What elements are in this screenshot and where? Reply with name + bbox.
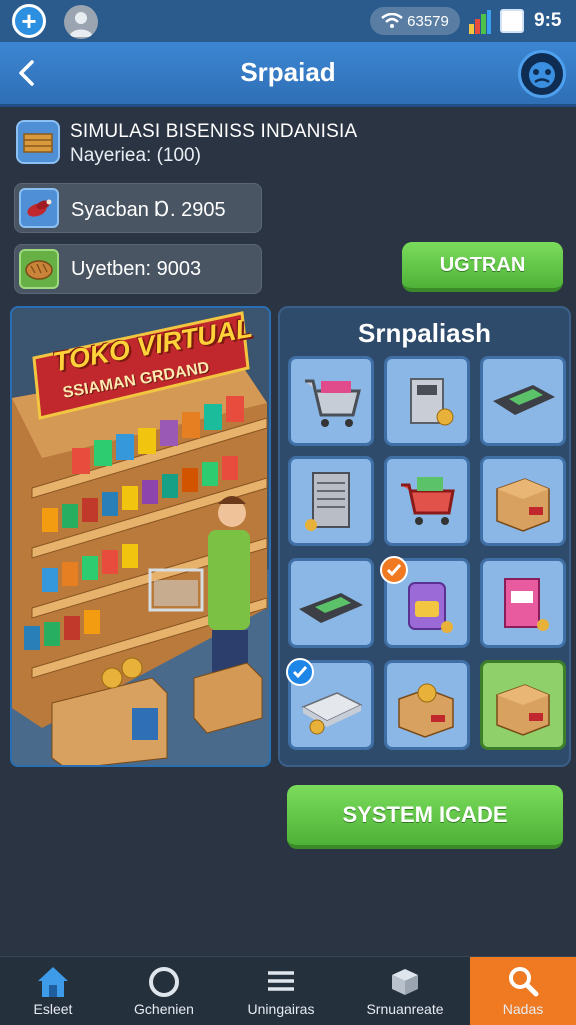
- bread-icon: [19, 249, 59, 289]
- coin-box-icon: [398, 683, 454, 738]
- signal-pill: 63579: [370, 7, 460, 35]
- item-grid-panel: Srnpaliash: [278, 306, 571, 767]
- home-icon: [38, 967, 68, 997]
- page-title: Srpaiad: [240, 57, 336, 87]
- stat-resource-1-text: Syacban Ɒ. 2905: [71, 199, 226, 221]
- nav-label-home: Esleet: [33, 1001, 73, 1017]
- grid-item-cardboard-box[interactable]: [480, 456, 566, 546]
- grid-item-box-selected[interactable]: [480, 660, 566, 750]
- user-avatar-icon[interactable]: [64, 5, 98, 39]
- status-bar: + 63579 9:5: [0, 0, 576, 42]
- cardboard-box-icon: [496, 478, 550, 532]
- pink-package-icon: [504, 578, 549, 631]
- cell-bars-icon: [469, 10, 491, 34]
- box-stack-icon: [392, 969, 418, 995]
- card-terminal-icon: [299, 593, 363, 623]
- app-header: Srpaiad: [0, 42, 576, 107]
- box-icon: [496, 684, 550, 736]
- upgrade-button[interactable]: UGTRAN: [402, 242, 563, 292]
- nav-item-search[interactable]: Nadas: [470, 957, 576, 1025]
- meat-icon: [19, 188, 59, 228]
- nav-item-box-stack[interactable]: Srnuanreate: [340, 957, 470, 1025]
- signal-text: 63579: [407, 12, 449, 30]
- grid-item-pink-package[interactable]: [480, 558, 566, 648]
- stat-resource-2: Uyetben: 9003: [14, 244, 262, 294]
- bottom-nav: Esleet Gchenien Uningairas Srnuanreate N…: [0, 956, 576, 1025]
- nav-item-list[interactable]: Uningairas: [222, 957, 340, 1025]
- ring-icon: [149, 967, 179, 997]
- nav-label-list: Uningairas: [247, 1001, 315, 1017]
- grid-item-card-terminal[interactable]: [288, 558, 374, 648]
- system-button[interactable]: SYSTEM ICADE: [287, 785, 563, 849]
- red-cart-icon: [401, 477, 455, 525]
- add-icon[interactable]: +: [12, 4, 46, 38]
- nav-item-home[interactable]: Esleet: [0, 957, 106, 1025]
- cash-register-icon: [410, 378, 454, 426]
- grid-item-shopping-cart[interactable]: [288, 356, 374, 446]
- grid-item-red-cart[interactable]: [384, 456, 470, 546]
- grid-item-server-rack[interactable]: [288, 456, 374, 546]
- wifi-icon: [381, 13, 403, 28]
- stat-resource-2-text: Uyetben: 9003: [71, 258, 202, 280]
- search-icon: [509, 967, 539, 997]
- grid-item-cash-register[interactable]: [384, 356, 470, 446]
- shopping-cart-icon: [305, 379, 361, 427]
- battery-icon: [500, 9, 524, 33]
- mascot-face-icon[interactable]: [518, 50, 566, 98]
- business-crate-icon: [16, 120, 60, 164]
- nav-label-box-stack: Srnuanreate: [366, 1001, 444, 1017]
- nav-item-ring[interactable]: Gchenien: [106, 957, 222, 1025]
- business-subtitle: Nayeriea: (100): [70, 145, 201, 166]
- card-reader-icon: [493, 385, 555, 415]
- nav-label-ring: Gchenien: [134, 1001, 194, 1017]
- store-illustration: TOKO VIRTUAL SSIAMAN GRDAND: [10, 306, 271, 767]
- grid-item-card-reader[interactable]: [480, 356, 566, 446]
- list-icon: [268, 971, 294, 991]
- nav-label-search: Nadas: [502, 1001, 544, 1017]
- check-badge-icon: [286, 658, 314, 686]
- check-badge-icon: [380, 556, 408, 584]
- stat-resource-1: Syacban Ɒ. 2905: [14, 183, 262, 233]
- clock: 9:5: [534, 10, 562, 31]
- business-title: SIMULASI BISENISS INDANISIA: [70, 121, 358, 142]
- grid-title: Srnpaliash: [358, 318, 491, 348]
- grid-item-coin-box[interactable]: [384, 660, 470, 750]
- server-rack-icon: [305, 472, 350, 531]
